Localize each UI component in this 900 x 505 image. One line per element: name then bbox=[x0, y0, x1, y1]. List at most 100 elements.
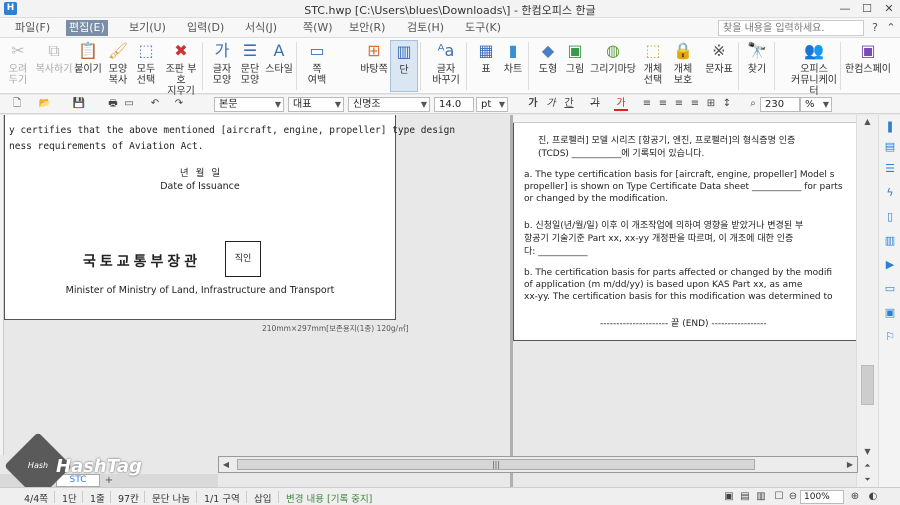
open-icon[interactable]: 📂 bbox=[38, 97, 52, 111]
ribbon-button-char-shape[interactable]: 가 글자 모양 bbox=[208, 40, 236, 92]
ribbon-button-style[interactable]: A 스타일 bbox=[264, 40, 294, 92]
zoom-out-icon[interactable]: ⊖ bbox=[786, 490, 800, 504]
font-size-input[interactable]: 14.0 bbox=[434, 97, 474, 112]
zoom-unit-select[interactable]: % ▼ bbox=[800, 97, 832, 112]
align-justify-icon[interactable]: ≡ bbox=[688, 97, 702, 111]
play-icon[interactable]: ▶ bbox=[882, 257, 898, 273]
page-icon[interactable]: ▯ bbox=[882, 209, 898, 225]
view-page-icon[interactable]: ▤ bbox=[738, 490, 752, 504]
right-page[interactable]: 진, 프로펠러] 모델 시리즈 [항공기, 엔진, 프로펠러]의 형식증명 인증… bbox=[513, 123, 858, 341]
ribbon-button-table[interactable]: ▦ 표 bbox=[474, 40, 498, 92]
zoom-input[interactable]: 230 bbox=[760, 97, 800, 112]
menu-format[interactable]: 서식(J) bbox=[242, 20, 280, 36]
preview-icon[interactable]: ▭ bbox=[122, 97, 136, 111]
align-center-icon[interactable]: ≡ bbox=[656, 97, 670, 111]
list-icon[interactable]: ☰ bbox=[882, 161, 898, 177]
scroll-up-icon[interactable]: ▲ bbox=[857, 115, 878, 129]
bold-button[interactable]: 가 bbox=[526, 97, 540, 111]
underline-button[interactable]: 간 bbox=[562, 97, 576, 111]
ribbon-button-clear-codes[interactable]: ✖ 조판 부호 지우기 bbox=[162, 40, 200, 97]
left-pane[interactable]: y certifies that the above mentioned [ai… bbox=[0, 115, 510, 487]
status-page[interactable]: 4/4쪽 bbox=[24, 491, 48, 505]
status-insert-mode[interactable]: 삽입 bbox=[254, 491, 271, 505]
right-pane[interactable]: 진, 프로펠러] 모델 시리즈 [항공기, 엔진, 프로펠러]의 형식증명 인증… bbox=[513, 115, 878, 487]
strikethrough-button[interactable]: 가 bbox=[588, 97, 602, 111]
save-icon[interactable]: 💾 bbox=[72, 97, 86, 111]
ribbon-button-chart[interactable]: ▮ 차트 bbox=[500, 40, 526, 92]
align-right-icon[interactable]: ≡ bbox=[672, 97, 686, 111]
ribbon-button-object-protect[interactable]: 🔒 개체 보호 bbox=[668, 40, 698, 92]
ribbon-button-clipart[interactable]: ◍ 그리기마당 bbox=[590, 40, 636, 92]
ribbon-button-page-margin[interactable]: ▭ 쪽 여백 bbox=[298, 40, 336, 92]
clipboard-icon[interactable]: ▥ bbox=[882, 233, 898, 249]
minimize-button[interactable]: — bbox=[834, 0, 856, 18]
horizontal-scroll-thumb[interactable]: ||| bbox=[237, 459, 755, 470]
menu-edit[interactable]: 편집(E) bbox=[66, 20, 108, 36]
unit-select[interactable]: pt ▼ bbox=[476, 97, 508, 112]
scroll-left-icon[interactable]: ◀ bbox=[219, 457, 233, 472]
menu-page[interactable]: 쪽(W) bbox=[300, 20, 336, 36]
ribbon-button-picture[interactable]: ▣ 그림 bbox=[562, 40, 588, 92]
distribute-icon[interactable]: ⊞ bbox=[704, 97, 718, 111]
new-doc-icon[interactable]: 🗋 bbox=[10, 97, 24, 111]
zoom-in-icon[interactable]: ⊕ bbox=[848, 490, 862, 504]
ribbon-button-paste[interactable]: 📋 붙이기 bbox=[74, 40, 102, 92]
language-select[interactable]: 대표 ▼ bbox=[288, 97, 344, 112]
ribbon-button-format-painter[interactable]: 🖌 모양 복사 bbox=[104, 40, 132, 92]
menu-file[interactable]: 파일(F) bbox=[12, 20, 53, 36]
ribbon-button-select-all[interactable]: ⬚ 모두 선택 bbox=[132, 40, 160, 92]
ribbon-button-hancom-space[interactable]: ▣ 한컴스페이 bbox=[842, 40, 894, 92]
line-spacing-icon[interactable]: ↕ bbox=[720, 97, 734, 111]
menu-insert[interactable]: 입력(D) bbox=[184, 20, 227, 36]
ribbon-button-master-page[interactable]: ⊞ 바탕쪽 bbox=[358, 40, 390, 92]
ribbon-button-communicator[interactable]: 👥 오피스 커뮤니케이터 bbox=[790, 40, 838, 97]
panel-toggle-icon[interactable]: ❚ bbox=[882, 119, 898, 135]
prev-page-icon[interactable]: ⏶ bbox=[857, 459, 878, 473]
italic-button[interactable]: 가 bbox=[544, 97, 558, 111]
link-icon[interactable]: ⚐ bbox=[882, 329, 898, 345]
ribbon-button-replace-char[interactable]: ᴬa 글자 바꾸기 bbox=[428, 40, 464, 92]
view-draft-icon[interactable]: ☐ bbox=[772, 490, 786, 504]
align-left-icon[interactable]: ≡ bbox=[640, 97, 654, 111]
font-color-button[interactable]: 가 bbox=[614, 97, 628, 111]
print-icon[interactable]: 🖶 bbox=[106, 97, 120, 111]
status-zoom-select[interactable]: 100% bbox=[800, 490, 844, 504]
scroll-down-icon[interactable]: ▼ bbox=[857, 445, 878, 459]
ribbon-collapse-icon[interactable]: ⌃ bbox=[884, 21, 898, 35]
status-track-changes[interactable]: 변경 내용 [기록 중지] bbox=[286, 491, 372, 505]
undo-icon[interactable]: ↶ bbox=[148, 97, 162, 111]
book-icon[interactable]: ▭ bbox=[882, 281, 898, 297]
maximize-button[interactable]: ☐ bbox=[856, 0, 878, 18]
ribbon-button-find[interactable]: 🔭 찾기 bbox=[742, 40, 772, 92]
ribbon-button-para-shape[interactable]: ☰ 문단 모양 bbox=[236, 40, 264, 92]
style-select[interactable]: 본문 ▼ bbox=[214, 97, 284, 112]
menu-tools[interactable]: 도구(K) bbox=[462, 20, 504, 36]
document-icon[interactable]: ▤ bbox=[882, 139, 898, 155]
left-page[interactable]: y certifies that the above mentioned [ai… bbox=[4, 115, 455, 320]
ribbon-button-copy[interactable]: ⧉ 복사하기 bbox=[34, 40, 74, 92]
help-search-input[interactable] bbox=[718, 20, 864, 36]
redo-icon[interactable]: ↷ bbox=[172, 97, 186, 111]
vertical-scrollbar[interactable]: ▲ ▼ ⏶ ⏷ bbox=[856, 115, 878, 487]
ribbon-button-shape[interactable]: ◆ 도형 bbox=[534, 40, 562, 92]
view-web-icon[interactable]: ▥ bbox=[754, 490, 768, 504]
menu-security[interactable]: 보안(R) bbox=[346, 20, 388, 36]
scroll-right-icon[interactable]: ▶ bbox=[843, 457, 857, 472]
object-protect-icon: 🔒 bbox=[673, 41, 693, 60]
menu-review[interactable]: 검토(H) bbox=[404, 20, 447, 36]
ribbon-button-symbol[interactable]: ※ 문자표 bbox=[702, 40, 736, 92]
menu-view[interactable]: 보기(U) bbox=[126, 20, 169, 36]
ribbon-button-scissors[interactable]: ✂ 오려 두기 bbox=[2, 40, 34, 92]
template-icon[interactable]: ▣ bbox=[882, 305, 898, 321]
view-normal-icon[interactable]: ▣ bbox=[722, 490, 736, 504]
close-button[interactable]: ✕ bbox=[878, 0, 900, 18]
font-select[interactable]: 신명조 ▼ bbox=[348, 97, 430, 112]
ribbon-button-object-select[interactable]: ⬚ 개체 선택 bbox=[638, 40, 668, 92]
zoom-slider-icon[interactable]: ◐ bbox=[866, 490, 880, 504]
quick-icon[interactable]: ϟ bbox=[882, 185, 898, 201]
vertical-scroll-thumb[interactable] bbox=[861, 365, 874, 405]
horizontal-scrollbar[interactable]: ◀ ||| ▶ bbox=[218, 456, 858, 473]
ribbon-button-columns[interactable]: ▥ 단 bbox=[390, 40, 418, 92]
next-page-icon[interactable]: ⏷ bbox=[857, 473, 878, 487]
help-icon[interactable]: ? bbox=[868, 21, 882, 35]
